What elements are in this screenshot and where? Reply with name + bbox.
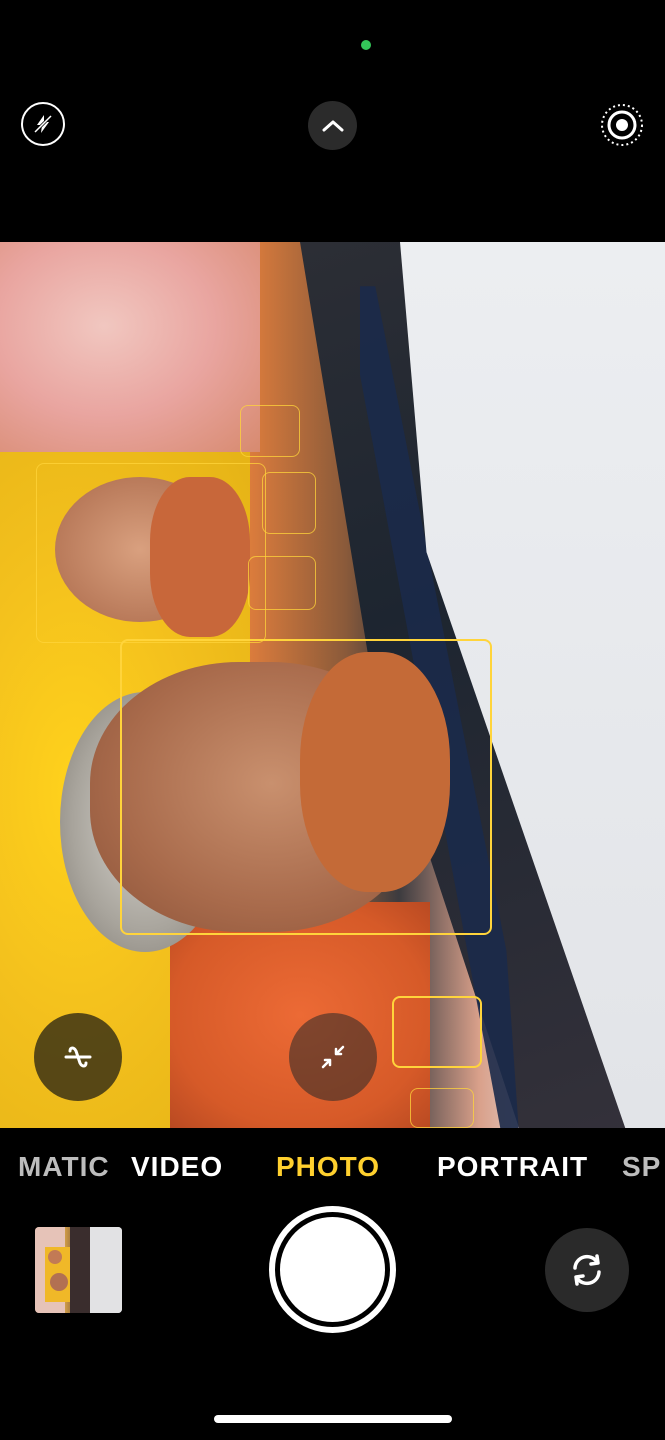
flip-camera-icon (573, 1254, 601, 1286)
flash-off-icon (33, 114, 53, 134)
face-detection-box (410, 1088, 474, 1128)
camera-viewfinder[interactable] (0, 242, 665, 1128)
wide-angle-toggle-button[interactable] (289, 1013, 377, 1101)
night-mode-button[interactable] (34, 1013, 122, 1101)
mode-cinematic[interactable]: MATIC (18, 1150, 110, 1184)
zoom-arrows-icon (321, 1045, 345, 1069)
flash-button[interactable] (21, 102, 65, 146)
more-controls-button[interactable] (308, 101, 357, 150)
shutter-speed-icon (64, 1046, 92, 1068)
face-detection-box (240, 405, 300, 457)
mode-portrait[interactable]: PORTRAIT (437, 1150, 588, 1184)
face-detection-box (392, 996, 482, 1068)
face-detection-box (248, 556, 316, 610)
mode-spatial[interactable]: SP (622, 1150, 661, 1184)
last-photo-thumbnail[interactable] (35, 1227, 122, 1313)
mode-photo[interactable]: PHOTO (276, 1150, 380, 1184)
background-person (0, 242, 260, 452)
photo-thumbnail-image (35, 1227, 122, 1313)
mode-video[interactable]: VIDEO (131, 1150, 223, 1184)
live-photo-icon (601, 104, 643, 146)
face-detection-box (120, 639, 492, 935)
home-indicator[interactable] (214, 1415, 452, 1423)
orange-poncho (170, 902, 430, 1128)
shutter-inner (280, 1217, 385, 1322)
shutter-button[interactable] (269, 1206, 396, 1333)
chevron-up-icon (322, 120, 343, 131)
face-detection-box (262, 472, 316, 534)
face-detection-box (36, 463, 266, 643)
flip-camera-button[interactable] (545, 1228, 629, 1312)
camera-in-use-indicator (361, 40, 371, 50)
live-photo-button[interactable] (598, 101, 646, 149)
